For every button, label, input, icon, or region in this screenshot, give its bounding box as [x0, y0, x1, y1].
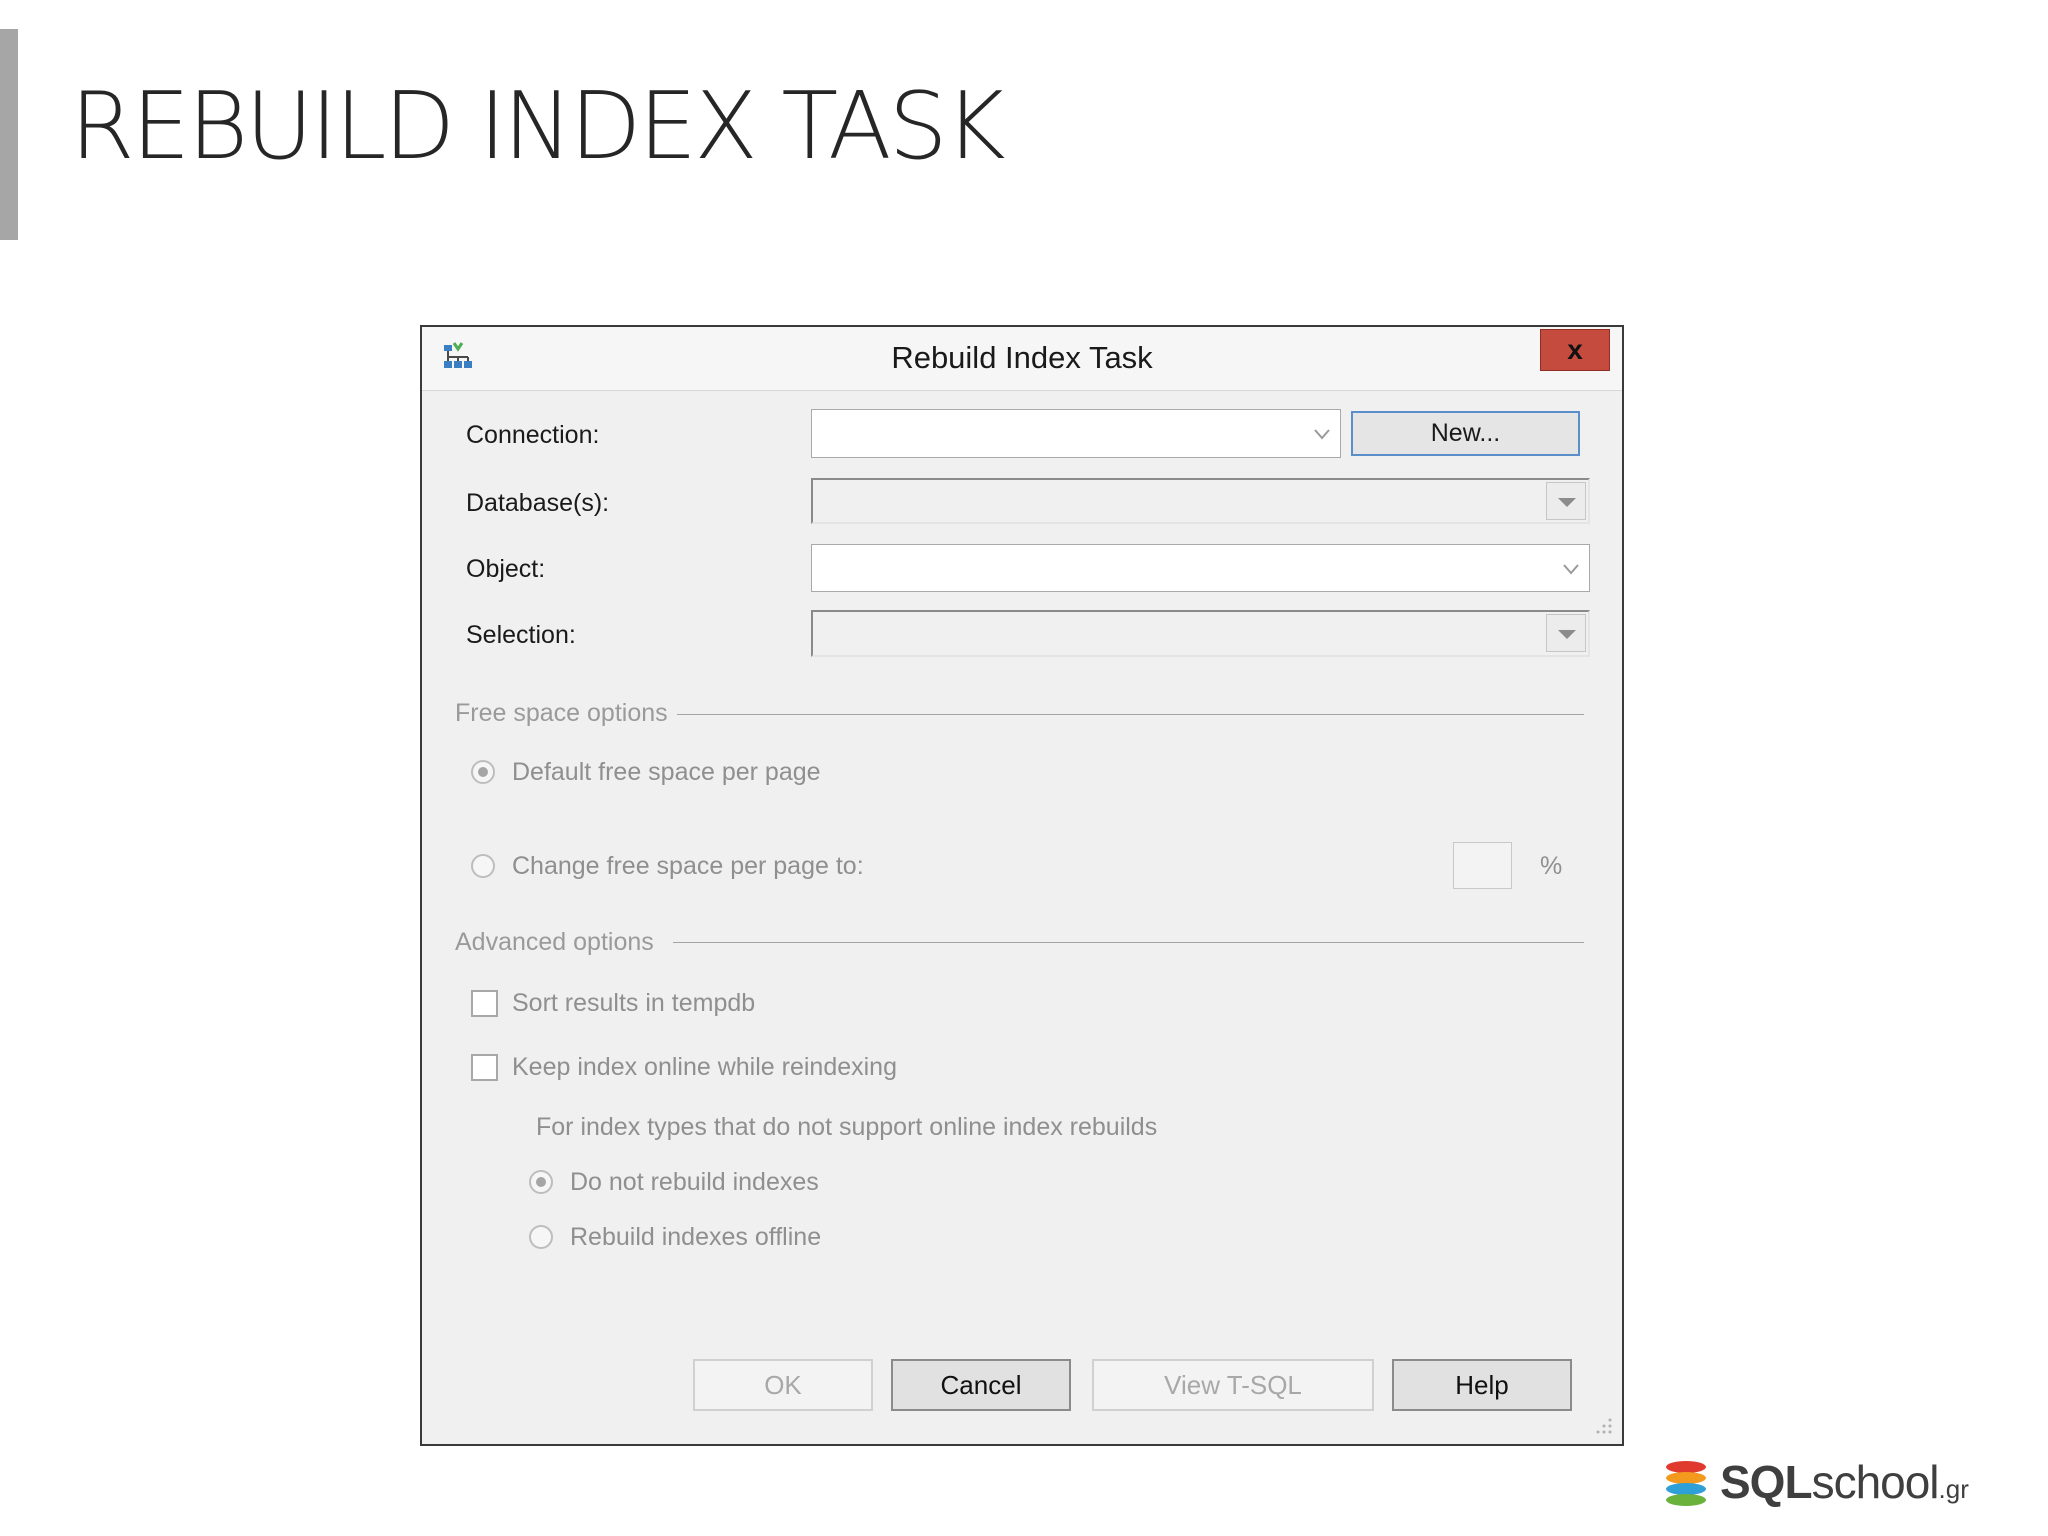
databases-label: Database(s): — [466, 489, 610, 517]
chevron-down-icon — [1314, 429, 1330, 440]
dialog-title: Rebuild Index Task — [891, 340, 1153, 375]
chevron-down-icon — [1563, 564, 1579, 575]
free-space-group-header: Free space options — [455, 699, 668, 727]
keep-online-checkbox[interactable] — [471, 1054, 498, 1081]
databases-dropdown-button[interactable] — [1546, 482, 1586, 520]
object-label: Object: — [466, 555, 546, 583]
new-connection-button[interactable]: New... — [1351, 411, 1580, 456]
cancel-button[interactable]: Cancel — [891, 1359, 1071, 1411]
free-space-divider — [677, 714, 1584, 715]
view-tsql-button[interactable]: View T-SQL — [1092, 1359, 1374, 1411]
change-free-space-label: Change free space per page to: — [512, 852, 864, 880]
change-free-space-radio[interactable] — [471, 854, 495, 878]
selection-label: Selection: — [466, 621, 576, 649]
free-space-percent-input[interactable] — [1453, 842, 1512, 889]
databases-combo[interactable] — [811, 478, 1590, 524]
dropdown-arrow-icon — [1558, 630, 1576, 639]
rebuild-offline-radio[interactable] — [529, 1225, 553, 1249]
selection-dropdown-button[interactable] — [1546, 614, 1586, 652]
slide-title: REBUILD INDEX TASK — [70, 72, 1006, 180]
slide-accent-bar — [0, 29, 18, 240]
do-not-rebuild-label: Do not rebuild indexes — [570, 1168, 819, 1196]
rebuild-index-dialog: Rebuild Index Task x Connection: New... … — [420, 325, 1624, 1446]
default-free-space-radio[interactable] — [471, 760, 495, 784]
percent-symbol: % — [1540, 852, 1563, 880]
sort-tempdb-label: Sort results in tempdb — [512, 989, 756, 1017]
advanced-divider — [673, 942, 1584, 943]
advanced-group-header: Advanced options — [455, 928, 654, 956]
selection-combo[interactable] — [811, 610, 1590, 657]
keep-online-label: Keep index online while reindexing — [512, 1053, 897, 1081]
rebuild-offline-label: Rebuild indexes offline — [570, 1223, 822, 1251]
close-button[interactable]: x — [1540, 329, 1610, 371]
resize-grip-icon[interactable] — [1592, 1414, 1614, 1436]
online-rebuild-note: For index types that do not support onli… — [536, 1113, 1158, 1141]
do-not-rebuild-radio[interactable] — [529, 1170, 553, 1194]
default-free-space-label: Default free space per page — [512, 758, 821, 786]
logo-wordmark: SQLschool.gr — [1720, 1456, 1969, 1508]
connection-combo[interactable] — [811, 409, 1341, 458]
sqlschool-logo: SQLschool.gr — [1662, 1455, 2032, 1515]
connection-label: Connection: — [466, 421, 600, 449]
ok-button[interactable]: OK — [693, 1359, 873, 1411]
dropdown-arrow-icon — [1558, 498, 1576, 507]
object-combo[interactable] — [811, 544, 1590, 592]
help-button[interactable]: Help — [1392, 1359, 1572, 1411]
dialog-titlebar: Rebuild Index Task x — [422, 327, 1622, 391]
sort-tempdb-checkbox[interactable] — [471, 990, 498, 1017]
